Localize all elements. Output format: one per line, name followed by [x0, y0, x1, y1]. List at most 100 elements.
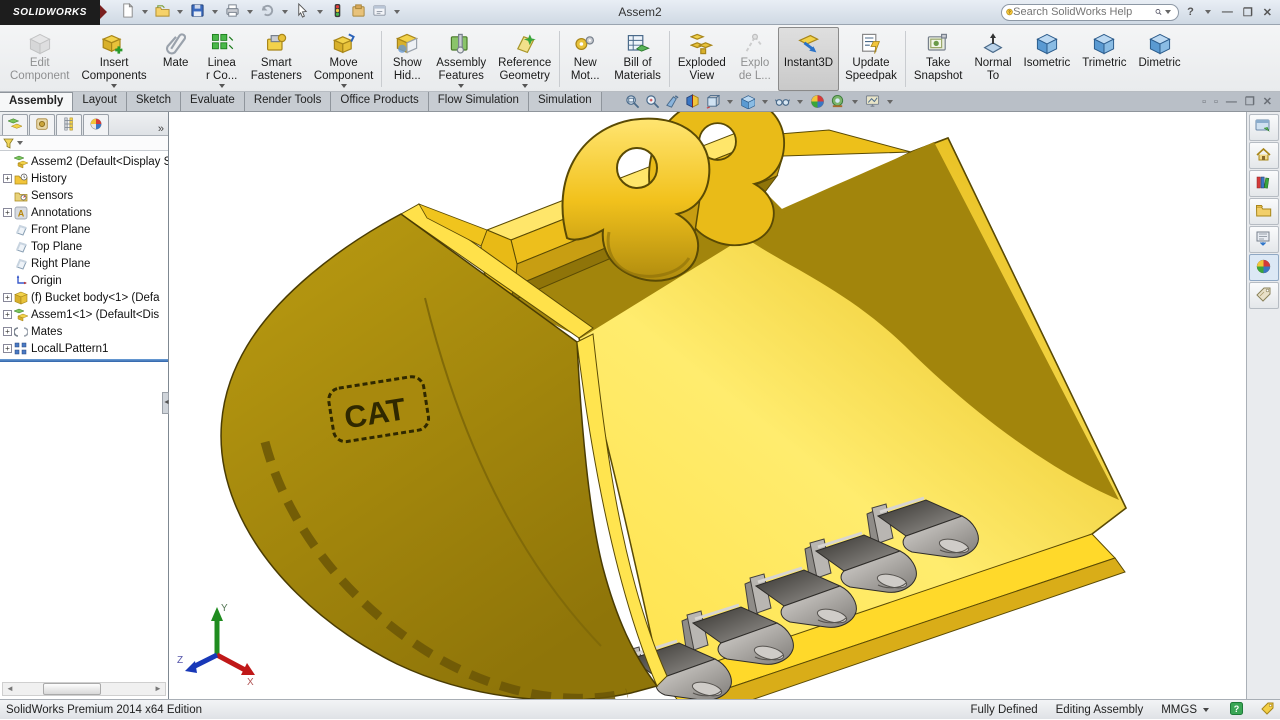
- graphics-viewport[interactable]: CAT Y X Z: [169, 112, 1246, 699]
- tree-item-annotations[interactable]: +AAnnotations: [0, 204, 168, 221]
- viewport-panes-icon[interactable]: ▫: [1214, 96, 1218, 108]
- tab-assembly[interactable]: Assembly: [0, 92, 73, 111]
- configurationmanager-tab[interactable]: [56, 114, 82, 135]
- minimize-button[interactable]: —: [1220, 6, 1235, 18]
- view-orientation-caret[interactable]: [727, 100, 733, 104]
- move-component-button[interactable]: MoveComponent: [308, 27, 379, 91]
- design-library-home-button[interactable]: [1249, 142, 1279, 169]
- doc-restore-button[interactable]: ❐: [1245, 95, 1255, 108]
- section-view-icon[interactable]: [684, 94, 701, 109]
- tree-item-bucket-body[interactable]: +(f) Bucket body<1> (Defa: [0, 289, 168, 306]
- dimetric-button[interactable]: Dimetric: [1133, 27, 1187, 91]
- undo-dropdown-caret[interactable]: [282, 10, 288, 14]
- search-input[interactable]: [1013, 6, 1155, 18]
- move-component-flyout-caret[interactable]: [341, 84, 347, 88]
- view-orientation-icon[interactable]: [704, 94, 721, 109]
- appearances-scenes-button[interactable]: [1249, 254, 1279, 281]
- scroll-right-arrow[interactable]: ►: [151, 683, 165, 695]
- view-palette-button[interactable]: [1249, 226, 1279, 253]
- scroll-left-arrow[interactable]: ◄: [3, 683, 17, 695]
- display-style-icon[interactable]: [739, 94, 756, 109]
- insert-components-button[interactable]: InsertComponents: [75, 27, 152, 91]
- doc-minimize-button[interactable]: —: [1226, 96, 1237, 108]
- assembly-features-flyout-caret[interactable]: [458, 84, 464, 88]
- file-explorer-button[interactable]: [1249, 198, 1279, 225]
- hide-show-items-icon[interactable]: [774, 94, 791, 109]
- solidworks-resources-button[interactable]: [1249, 114, 1279, 141]
- rollback-bar[interactable]: [0, 359, 168, 362]
- status-help-icon[interactable]: ?: [1230, 702, 1243, 718]
- update-speedpak-button[interactable]: UpdateSpeedpak: [839, 27, 903, 91]
- linear-component-pattern-flyout-caret[interactable]: [219, 84, 225, 88]
- tab-flow-simulation[interactable]: Flow Simulation: [429, 92, 529, 111]
- display-style-caret[interactable]: [762, 100, 768, 104]
- tab-layout[interactable]: Layout: [73, 92, 127, 111]
- scroll-thumb[interactable]: [43, 683, 101, 695]
- apply-scene-caret[interactable]: [852, 100, 858, 104]
- select-button[interactable]: [293, 2, 312, 22]
- tree-item-right-plane[interactable]: Right Plane: [0, 255, 168, 272]
- save-dropdown-caret[interactable]: [212, 10, 218, 14]
- tree-item-top-plane[interactable]: Top Plane: [0, 238, 168, 255]
- tree-horizontal-scrollbar[interactable]: ◄ ►: [2, 682, 166, 696]
- insert-components-flyout-caret[interactable]: [111, 84, 117, 88]
- tree-item-front-plane[interactable]: Front Plane: [0, 221, 168, 238]
- units-caret[interactable]: [1203, 708, 1209, 712]
- status-tag-icon[interactable]: [1261, 702, 1274, 718]
- exploded-view-button[interactable]: ExplodedView: [672, 27, 732, 91]
- normal-to-button[interactable]: NormalTo: [968, 27, 1017, 91]
- mate-button[interactable]: Mate: [153, 27, 199, 91]
- bill-of-materials-button[interactable]: Bill ofMaterials: [608, 27, 667, 91]
- apply-scene-icon[interactable]: [829, 94, 846, 109]
- reference-geometry-button[interactable]: ReferenceGeometry: [492, 27, 557, 91]
- zoom-to-fit-icon[interactable]: [624, 94, 641, 109]
- select-dropdown-caret[interactable]: [317, 10, 323, 14]
- tab-office-products[interactable]: Office Products: [331, 92, 428, 111]
- tab-sketch[interactable]: Sketch: [127, 92, 181, 111]
- search-icon[interactable]: [1155, 6, 1162, 18]
- zoom-to-area-icon[interactable]: [644, 94, 661, 109]
- assembly-features-button[interactable]: AssemblyFeatures: [430, 27, 492, 91]
- expand-plus-box[interactable]: +: [3, 310, 12, 319]
- tree-item-mates[interactable]: +Mates: [0, 323, 168, 340]
- doc-close-button[interactable]: ✕: [1263, 95, 1272, 108]
- tree-item-origin[interactable]: Origin: [0, 272, 168, 289]
- open-dropdown-caret[interactable]: [177, 10, 183, 14]
- viewport-split-icon[interactable]: ▫: [1202, 96, 1206, 108]
- tree-tabs-overflow-chevron[interactable]: »: [158, 123, 164, 135]
- take-snapshot-button[interactable]: TakeSnapshot: [908, 27, 969, 91]
- tab-simulation[interactable]: Simulation: [529, 92, 602, 111]
- custom-properties-button[interactable]: [1249, 282, 1279, 309]
- status-units[interactable]: MMGS: [1161, 704, 1197, 716]
- help-caret[interactable]: [1205, 10, 1211, 14]
- expand-plus-box[interactable]: +: [3, 208, 12, 217]
- panel-splitter-handle[interactable]: ◄: [162, 392, 169, 414]
- isometric-button[interactable]: Isometric: [1018, 27, 1077, 91]
- expand-plus-box[interactable]: +: [3, 344, 12, 353]
- new-motion-study-button[interactable]: NewMot...: [562, 27, 608, 91]
- save-button[interactable]: [188, 2, 207, 22]
- open-button[interactable]: [153, 2, 172, 22]
- expand-plus-box[interactable]: +: [3, 174, 12, 183]
- search-options-caret[interactable]: [1165, 10, 1171, 14]
- tab-render-tools[interactable]: Render Tools: [245, 92, 332, 111]
- undo-button[interactable]: [258, 2, 277, 22]
- view-settings-caret[interactable]: [887, 100, 893, 104]
- trimetric-button[interactable]: Trimetric: [1076, 27, 1132, 91]
- new-document-button[interactable]: [118, 2, 137, 22]
- help-button[interactable]: ?: [1185, 6, 1196, 18]
- hide-show-items-caret[interactable]: [797, 100, 803, 104]
- view-settings-icon[interactable]: [864, 94, 881, 109]
- previous-view-icon[interactable]: [664, 94, 681, 109]
- tab-evaluate[interactable]: Evaluate: [181, 92, 245, 111]
- propertymanager-tab[interactable]: [29, 114, 55, 135]
- print-dropdown-caret[interactable]: [247, 10, 253, 14]
- reference-geometry-flyout-caret[interactable]: [522, 84, 528, 88]
- print-button[interactable]: [223, 2, 242, 22]
- instant3d-button[interactable]: Instant3D: [778, 27, 839, 91]
- tree-item-history[interactable]: +History: [0, 170, 168, 187]
- tree-item-assem1[interactable]: +Assem1<1> (Default<Dis: [0, 306, 168, 323]
- featuremanager-tab[interactable]: [2, 114, 28, 135]
- design-library-button[interactable]: [1249, 170, 1279, 197]
- edit-appearance-icon[interactable]: [809, 94, 826, 109]
